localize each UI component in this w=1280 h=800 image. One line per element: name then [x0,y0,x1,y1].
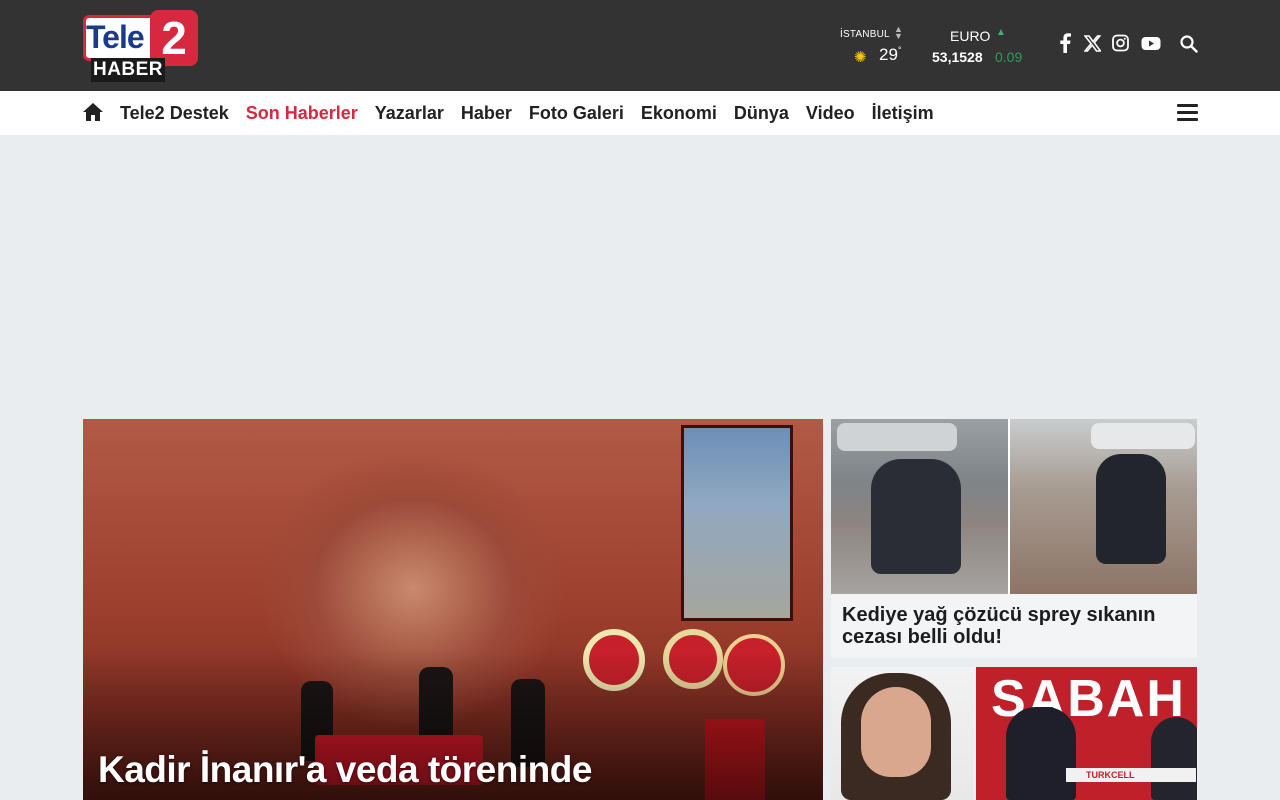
nav-menu: Tele2 Destek Son Haberler Yazarlar Haber… [120,91,951,135]
x-twitter-icon[interactable] [1084,33,1102,55]
person-figure [1006,707,1076,800]
currency-value: 53,1528 [932,49,983,65]
logo-haber-text: HABER [91,58,165,82]
facebook-icon[interactable] [1059,33,1073,55]
nav-item-dunya[interactable]: Dünya [734,103,789,124]
nav-item-ekonomi[interactable]: Ekonomi [641,103,717,124]
site-logo[interactable]: Tele 2 HABER [83,10,198,82]
wreath-screen-image [681,425,793,621]
main-story-title[interactable]: Kadir İnanır'a veda töreninde [98,749,592,791]
main-story-card[interactable]: Kadir İnanır'a veda töreninde [83,419,823,800]
logo-tele-text: Tele [86,19,145,55]
side-story-image: SABAH TURKCELL [831,667,1197,800]
sun-icon: ✺ [854,49,867,66]
main-navigation: Tele2 Destek Son Haberler Yazarlar Haber… [0,91,1280,135]
car-shape [837,423,957,451]
sponsor-banner: TURKCELL [1066,768,1196,782]
currency-widget[interactable]: EURO ▲ 53,1528 0.09 [930,27,1030,67]
ad-placeholder [0,135,1280,419]
instagram-icon[interactable] [1112,33,1130,55]
nav-item-foto-galeri[interactable]: Foto Galeri [529,103,624,124]
side-story-card[interactable]: SABAH TURKCELL [831,667,1197,800]
nav-item-video[interactable]: Video [806,103,855,124]
person-face [861,687,931,777]
search-icon[interactable] [1180,33,1200,55]
youtube-icon[interactable] [1141,33,1163,55]
currency-label: EURO [950,28,991,44]
city-switch-icon[interactable]: ▲ ▼ [894,25,903,41]
side-story-title[interactable]: Kediye yağ çözücü sprey sıkanın cezası b… [842,604,1182,648]
person-figure [1151,717,1197,800]
image-divider [1008,419,1010,594]
currency-change: 0.09 [995,49,1023,65]
nav-item-haber[interactable]: Haber [461,103,512,124]
car-shape [1091,423,1195,449]
nav-item-son-haberler[interactable]: Son Haberler [246,103,358,124]
person-figure [1096,454,1166,564]
home-icon[interactable] [82,102,104,124]
top-header: Tele 2 HABER İSTANBUL ▲ ▼ ✺ 29° EURO ▲ 53… [0,0,1280,91]
weather-widget[interactable]: İSTANBUL ▲ ▼ ✺ 29° [838,25,908,67]
side-story-card[interactable]: Kediye yağ çözücü sprey sıkanın cezası b… [831,419,1197,658]
nav-item-iletisim[interactable]: İletişim [872,103,934,124]
up-arrow-icon: ▲ [996,27,1006,38]
weather-temperature: 29° [879,45,902,64]
person-figure [871,459,961,574]
weather-city: İSTANBUL [840,29,890,40]
side-story-image [831,419,1197,594]
nav-item-tele2-destek[interactable]: Tele2 Destek [120,103,229,124]
hamburger-menu-icon[interactable] [1177,104,1198,122]
nav-item-yazarlar[interactable]: Yazarlar [375,103,444,124]
